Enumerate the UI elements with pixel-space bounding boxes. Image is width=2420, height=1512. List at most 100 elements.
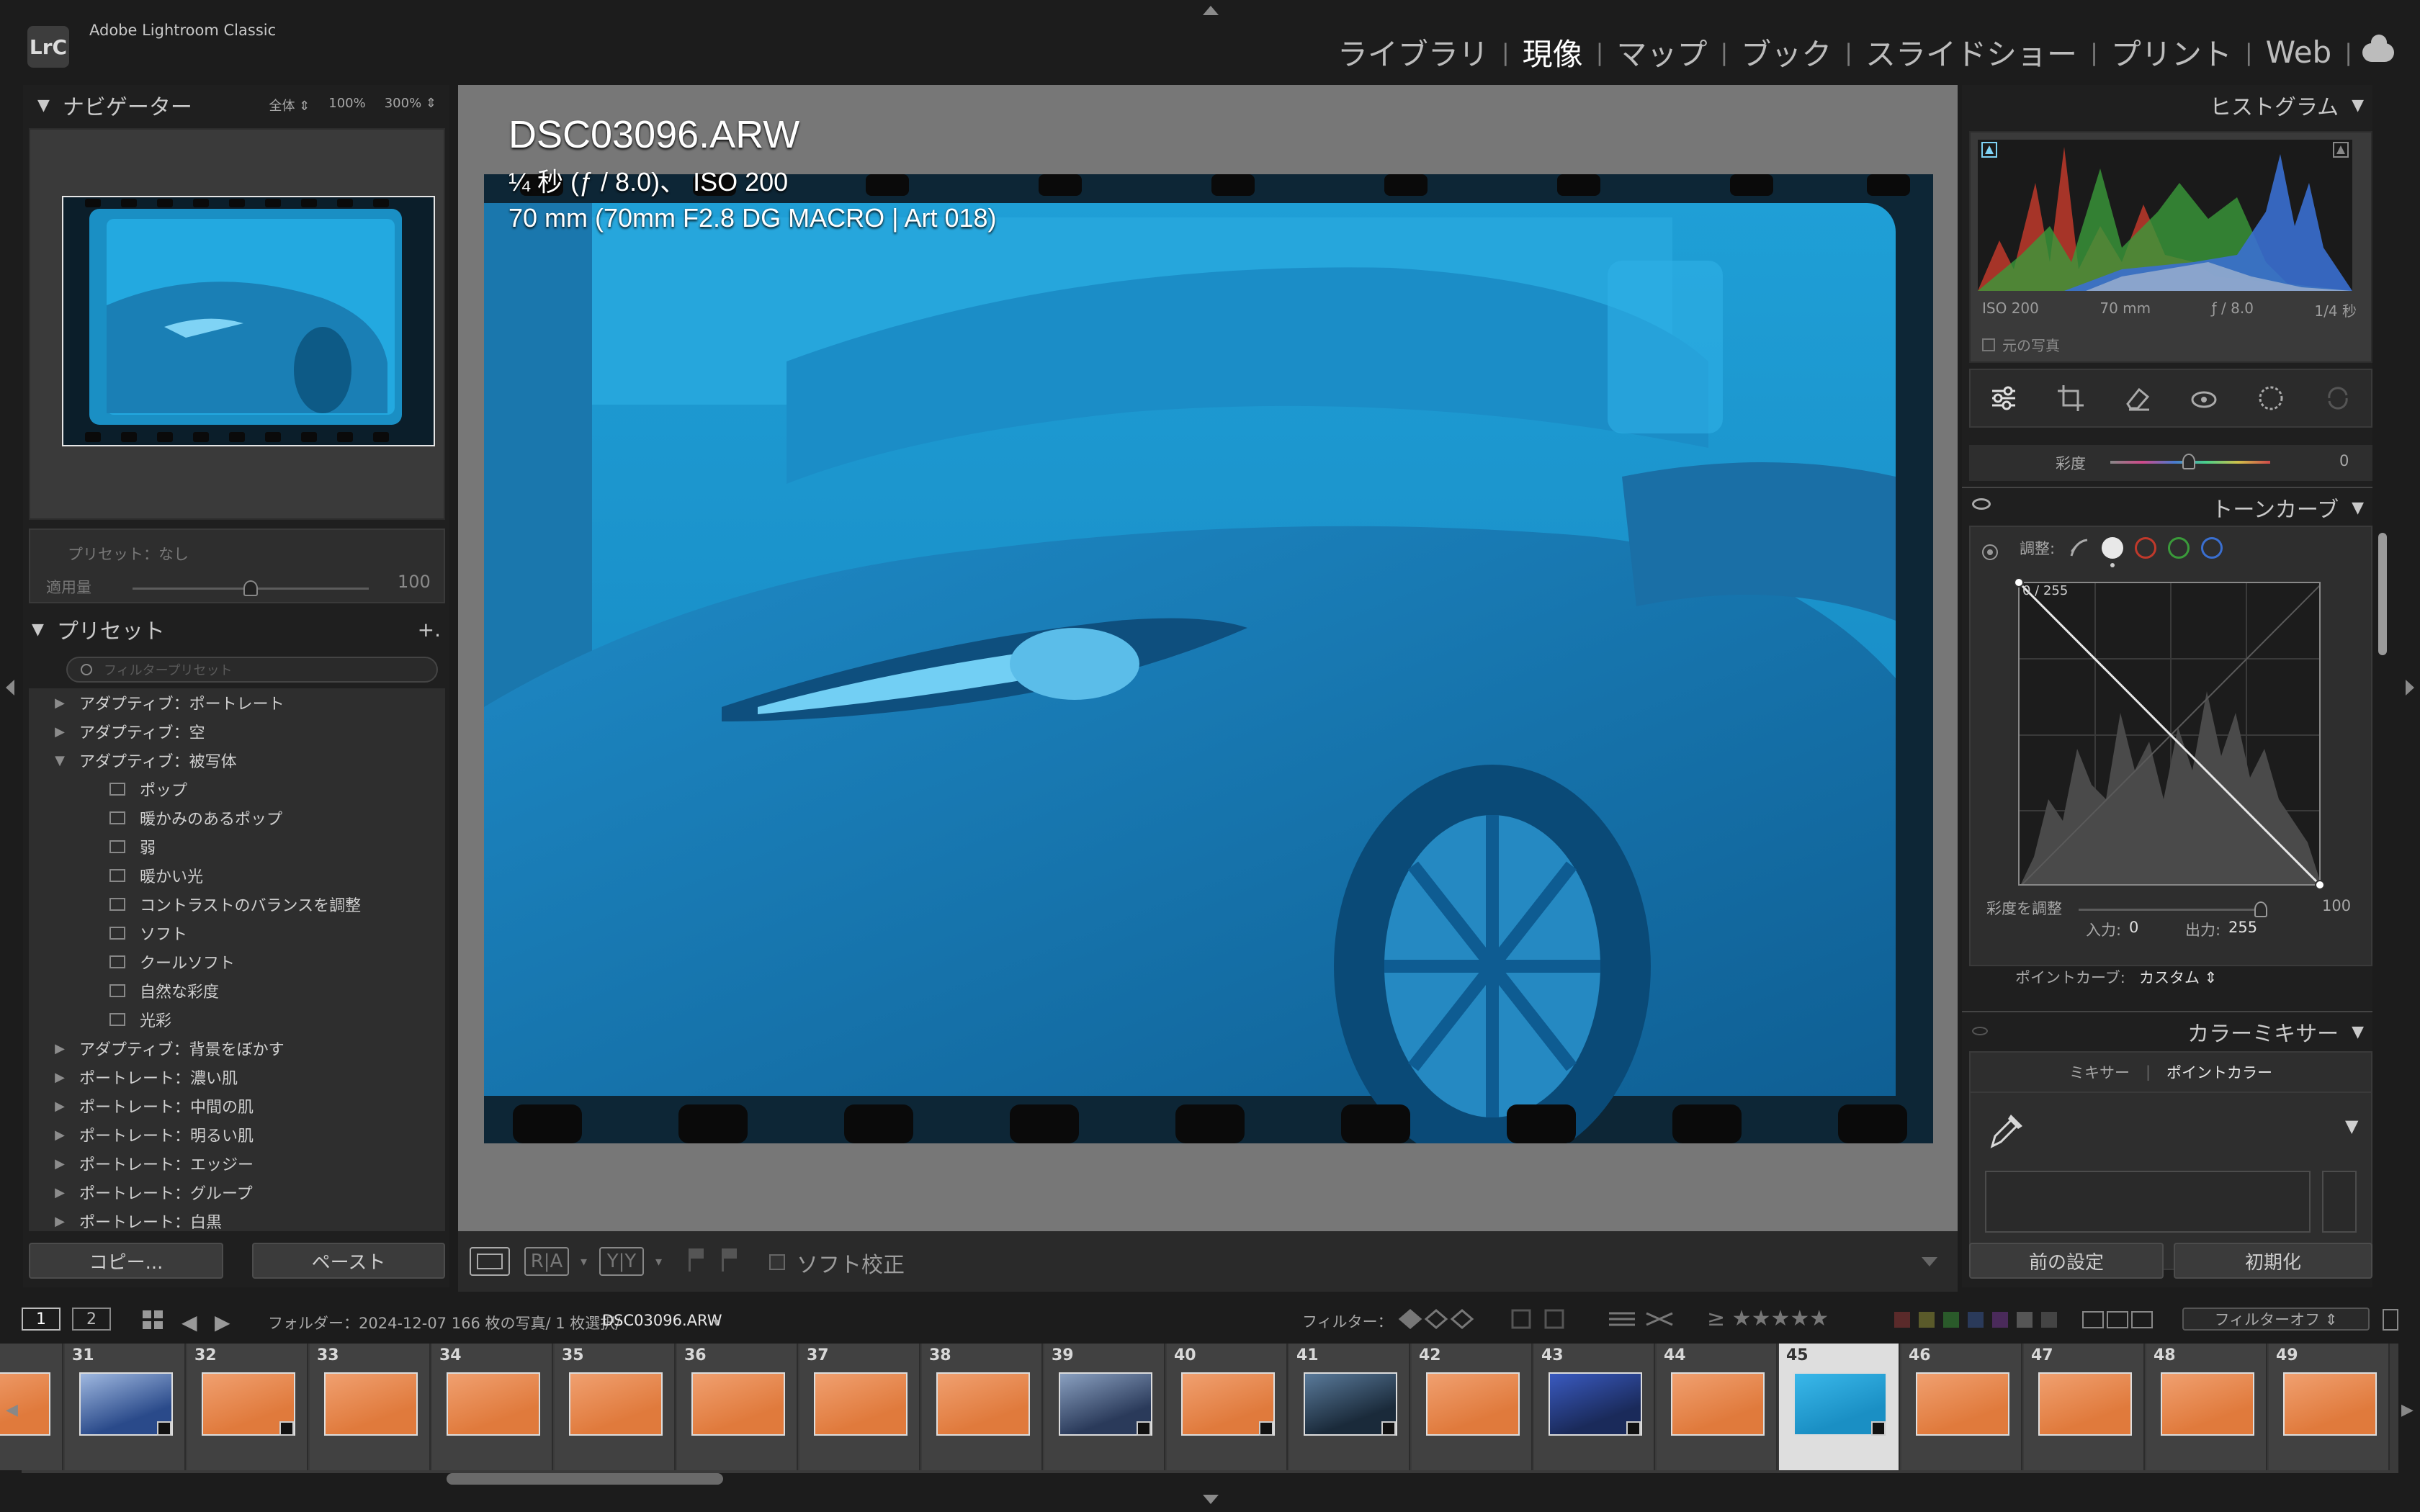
point-color-swatch-small[interactable] bbox=[2322, 1171, 2357, 1233]
preset-group[interactable]: ▶ ポートレート：白黒 bbox=[29, 1207, 445, 1232]
presets-tool-icon[interactable] bbox=[2323, 384, 2352, 413]
right-panel-scrollbar[interactable] bbox=[2378, 533, 2387, 655]
filmstrip-cell[interactable]: 40 bbox=[1167, 1344, 1288, 1470]
preset-search-input[interactable]: フィルタープリセット bbox=[66, 657, 438, 683]
preset-item[interactable]: クールソフト bbox=[29, 948, 445, 976]
triangle-right-icon[interactable]: ▶ bbox=[29, 1041, 79, 1056]
sat-adjust-slider-track[interactable] bbox=[2079, 909, 2266, 911]
chevron-down-icon[interactable]: ▾ bbox=[713, 1315, 720, 1330]
filmstrip-cell[interactable]: 49 bbox=[2269, 1344, 2390, 1470]
filmstrip-thumbnail[interactable] bbox=[569, 1372, 663, 1436]
zoom-300-option[interactable]: 300% ⇕ bbox=[385, 96, 436, 114]
zoom-100-option[interactable]: 100% bbox=[328, 96, 365, 114]
red-channel-icon[interactable] bbox=[2135, 537, 2156, 559]
filmstrip-cell[interactable]: 46 bbox=[1901, 1344, 2022, 1470]
edit-filter-icons[interactable] bbox=[1510, 1308, 1574, 1331]
filmstrip-cell[interactable]: 38 bbox=[922, 1344, 1043, 1470]
filmstrip-thumbnail[interactable] bbox=[2161, 1372, 2254, 1436]
module-book[interactable]: ブック bbox=[1728, 30, 1845, 74]
preset-group[interactable]: ▶ アダプティブ：空 bbox=[29, 717, 445, 746]
window-1-button[interactable]: 1 bbox=[22, 1308, 60, 1331]
no-label-swatch[interactable] bbox=[2041, 1312, 2057, 1328]
collapse-left-arrow-icon[interactable] bbox=[6, 680, 14, 696]
filmstrip-cell[interactable]: 31 bbox=[65, 1344, 186, 1470]
preset-group[interactable]: ▶ ポートレート：中間の肌 bbox=[29, 1092, 445, 1120]
filmstrip-thumbnail[interactable] bbox=[936, 1372, 1030, 1436]
filmstrip-cell[interactable]: 33 bbox=[310, 1344, 431, 1470]
preset-item[interactable]: ソフト bbox=[29, 919, 445, 948]
filmstrip-cell[interactable]: 32 bbox=[187, 1344, 308, 1470]
filmstrip-cell[interactable]: 48 bbox=[2146, 1344, 2267, 1470]
filmstrip-cell[interactable]: 36 bbox=[677, 1344, 798, 1470]
green-channel-icon[interactable] bbox=[2168, 537, 2190, 559]
collapse-right-arrow-icon[interactable] bbox=[2406, 680, 2414, 696]
triangle-down-icon[interactable]: ▼ bbox=[37, 96, 50, 114]
filmstrip-thumbnail[interactable] bbox=[2283, 1372, 2377, 1436]
presets-header[interactable]: ▼ プリセット +. bbox=[23, 609, 449, 649]
preset-group[interactable]: ▶ アダプティブ：背景をぼかす bbox=[29, 1034, 445, 1063]
filmstrip-cell[interactable]: 47 bbox=[2024, 1344, 2145, 1470]
filmstrip-thumbnail[interactable] bbox=[447, 1372, 540, 1436]
add-preset-icon[interactable]: +. bbox=[418, 618, 441, 642]
eye-icon[interactable] bbox=[1972, 1027, 1988, 1035]
flag-filter-icons[interactable] bbox=[1397, 1308, 1476, 1331]
filmstrip-cell[interactable]: 39 bbox=[1044, 1344, 1165, 1470]
filmstrip-thumbnail[interactable] bbox=[814, 1372, 908, 1436]
module-web[interactable]: Web bbox=[2253, 35, 2345, 70]
chevron-down-icon[interactable]: ▾ bbox=[655, 1254, 662, 1269]
cloud-icon[interactable] bbox=[2362, 34, 2394, 62]
zoom-fit-option[interactable]: 全体 ⇕ bbox=[269, 96, 310, 114]
preset-group[interactable]: ▶ ポートレート：明るい肌 bbox=[29, 1120, 445, 1149]
triangle-down-icon[interactable]: ▼ bbox=[2352, 1023, 2364, 1041]
filter-preset-select[interactable]: フィルターオフ ⇕ bbox=[2182, 1308, 2370, 1331]
filmstrip-cell[interactable]: 42 bbox=[1412, 1344, 1533, 1470]
module-print[interactable]: プリント bbox=[2098, 30, 2245, 74]
color-label-filter[interactable] bbox=[1894, 1312, 2057, 1328]
before-after-ra-button[interactable]: R|A bbox=[524, 1247, 569, 1276]
eraser-icon[interactable] bbox=[2123, 384, 2152, 413]
module-develop[interactable]: 現像 bbox=[1510, 30, 1596, 74]
navigator-thumbnail[interactable] bbox=[62, 196, 435, 446]
collapse-bottom-arrow-icon[interactable] bbox=[1203, 1495, 1219, 1504]
window-2-button[interactable]: 2 bbox=[72, 1308, 111, 1331]
adjustment-filter-icons[interactable] bbox=[1606, 1308, 1678, 1331]
tab-point-color[interactable]: ポイントカラー bbox=[2151, 1061, 2288, 1083]
module-library[interactable]: ライブラリ bbox=[1325, 30, 1502, 74]
star-rating-filter[interactable]: ≥ ★★★★★ bbox=[1707, 1306, 1829, 1331]
eyedropper-icon[interactable] bbox=[1985, 1107, 2028, 1151]
amount-value[interactable]: 100 bbox=[398, 572, 431, 592]
red-label-swatch[interactable] bbox=[1894, 1312, 1910, 1328]
tab-mixer[interactable]: ミキサー bbox=[2053, 1061, 2146, 1083]
triangle-right-icon[interactable]: ▶ bbox=[29, 696, 79, 711]
copy-button[interactable]: コピー... bbox=[29, 1243, 223, 1279]
triangle-right-icon[interactable]: ▶ bbox=[29, 1156, 79, 1171]
filmstrip-thumbnail[interactable] bbox=[691, 1372, 785, 1436]
triangle-right-icon[interactable]: ▶ bbox=[29, 1070, 79, 1085]
navigator-header[interactable]: ▼ ナビゲーター 全体 ⇕ 100% 300% ⇕ bbox=[29, 85, 445, 125]
chevron-down-icon[interactable]: ▾ bbox=[581, 1254, 587, 1269]
preset-item[interactable]: コントラストのバランスを調整 bbox=[29, 890, 445, 919]
other-label-swatch[interactable] bbox=[2017, 1312, 2033, 1328]
triangle-down-icon[interactable]: ▼ bbox=[2352, 96, 2364, 114]
filmstrip-right-arrow-icon[interactable]: ▶ bbox=[2401, 1401, 2414, 1419]
filter-lock-icon[interactable] bbox=[2383, 1309, 2398, 1331]
preset-group[interactable]: ▶ ポートレート：濃い肌 bbox=[29, 1063, 445, 1092]
filmstrip-scrollbar[interactable] bbox=[447, 1473, 723, 1485]
blue-label-swatch[interactable] bbox=[1968, 1312, 1984, 1328]
preset-group[interactable]: ▶ ポートレート：グループ bbox=[29, 1178, 445, 1207]
curve-point-handle[interactable] bbox=[2315, 880, 2325, 890]
module-slideshow[interactable]: スライドショー bbox=[1852, 30, 2090, 74]
filmstrip-cell[interactable]: 35 bbox=[555, 1344, 676, 1470]
triangle-down-icon[interactable]: ▼ bbox=[2345, 1116, 2358, 1136]
forward-arrow-icon[interactable]: ▶ bbox=[215, 1310, 230, 1334]
selected-filename[interactable]: DSC03096.ARW bbox=[602, 1312, 722, 1329]
edit-sliders-icon[interactable] bbox=[1989, 384, 2018, 413]
point-color-swatch-area[interactable] bbox=[1985, 1171, 2311, 1233]
soft-proof-checkbox[interactable] bbox=[769, 1254, 785, 1270]
original-photo-toggle[interactable]: 元の写真 bbox=[1982, 334, 2060, 355]
preset-group[interactable]: ▶ アダプティブ：ポートレート bbox=[29, 688, 445, 717]
preset-item[interactable]: ポップ bbox=[29, 775, 445, 804]
filmstrip-cell[interactable]: 45 bbox=[1779, 1344, 1900, 1470]
preset-item[interactable]: 暖かみのあるポップ bbox=[29, 804, 445, 832]
before-after-yy-button[interactable]: Y|Y bbox=[599, 1247, 644, 1276]
